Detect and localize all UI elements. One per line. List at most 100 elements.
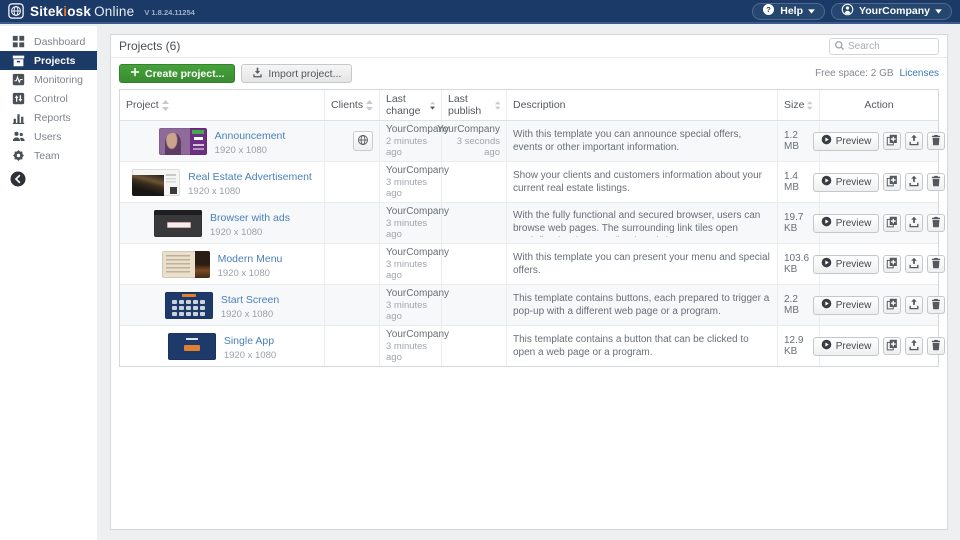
duplicate-button[interactable]	[883, 132, 901, 150]
last-publish-cell	[442, 285, 507, 325]
preview-button[interactable]: Preview	[813, 173, 880, 192]
user-circle-icon	[841, 3, 854, 19]
chevron-down-icon	[935, 5, 942, 17]
play-circle-icon	[821, 134, 832, 148]
project-name-link[interactable]: Single App	[224, 335, 274, 347]
project-thumbnail[interactable]	[159, 128, 207, 155]
import-project-button[interactable]: Import project...	[241, 64, 352, 83]
svg-text:?: ?	[766, 5, 771, 14]
clients-cell	[325, 244, 380, 284]
duplicate-button[interactable]	[883, 214, 901, 232]
project-resolution: 1920 x 1080	[221, 309, 279, 320]
sort-icon[interactable]	[162, 100, 169, 111]
export-button[interactable]	[905, 173, 923, 191]
account-menu-button[interactable]: YourCompany	[831, 3, 952, 20]
preview-button[interactable]: Preview	[813, 132, 880, 151]
project-thumbnail[interactable]	[165, 292, 213, 319]
sidebar: Dashboard Projects Monitoring Control Re…	[0, 26, 97, 540]
help-button[interactable]: ? Help	[752, 3, 825, 20]
project-thumbnail[interactable]	[162, 251, 210, 278]
sidebar-item-label: Dashboard	[34, 36, 85, 48]
globe-icon	[357, 134, 369, 149]
project-name-link[interactable]: Start Screen	[221, 294, 279, 306]
project-thumbnail[interactable]	[168, 333, 216, 360]
duplicate-button[interactable]	[883, 173, 901, 191]
export-button[interactable]	[905, 214, 923, 232]
column-header-project[interactable]: Project	[120, 90, 325, 120]
trash-icon	[930, 339, 942, 354]
licenses-link[interactable]: Licenses	[900, 68, 939, 79]
clients-cell	[325, 326, 380, 366]
sidebar-item-control[interactable]: Control	[0, 89, 97, 108]
last-change-time: 3 minutes ago	[386, 300, 435, 322]
export-button[interactable]	[905, 337, 923, 355]
column-header-action[interactable]: Action	[820, 90, 938, 120]
title-bar: Projects (6)	[111, 35, 947, 58]
content-panel: Projects (6) Create project... Import pr…	[110, 34, 948, 530]
sidebar-item-reports[interactable]: Reports	[0, 108, 97, 127]
project-thumbnail[interactable]	[132, 169, 180, 196]
sort-icon[interactable]	[430, 100, 435, 111]
preview-label: Preview	[836, 300, 872, 311]
toolbar: Create project... Import project... Free…	[111, 58, 947, 89]
delete-button[interactable]	[927, 337, 945, 355]
delete-button[interactable]	[927, 296, 945, 314]
duplicate-button[interactable]	[883, 337, 901, 355]
project-name-link[interactable]: Browser with ads	[210, 212, 290, 224]
play-circle-icon	[821, 298, 832, 312]
last-change-cell: YourCompany 3 minutes ago	[380, 162, 442, 202]
assigned-clients-button[interactable]	[353, 131, 373, 151]
table-row: Browser with ads 1920 x 1080 YourCompany…	[120, 203, 938, 244]
create-project-button[interactable]: Create project...	[119, 64, 235, 83]
project-resolution: 1920 x 1080	[218, 268, 283, 279]
sort-icon[interactable]	[366, 100, 373, 111]
copy-plus-icon	[886, 339, 898, 354]
export-button[interactable]	[905, 255, 923, 273]
sidebar-item-label: Users	[34, 131, 61, 143]
sort-icon[interactable]	[807, 100, 813, 111]
column-header-description[interactable]: Description	[507, 90, 778, 120]
duplicate-button[interactable]	[883, 296, 901, 314]
preview-button[interactable]: Preview	[813, 214, 880, 233]
sidebar-item-dashboard[interactable]: Dashboard	[0, 32, 97, 51]
preview-button[interactable]: Preview	[813, 296, 880, 315]
column-header-last-publish[interactable]: Last publish	[442, 90, 507, 120]
delete-button[interactable]	[927, 173, 945, 191]
export-button[interactable]	[905, 132, 923, 150]
sitekiosk-logo-icon	[8, 3, 24, 19]
project-cell: Browser with ads 1920 x 1080	[120, 203, 325, 243]
duplicate-button[interactable]	[883, 255, 901, 273]
sidebar-item-projects[interactable]: Projects	[0, 51, 97, 70]
description-cell: With the fully functional and secured br…	[507, 203, 778, 243]
sidebar-collapse-button[interactable]	[10, 171, 26, 187]
project-name-link[interactable]: Modern Menu	[218, 253, 283, 265]
column-header-clients[interactable]: Clients	[325, 90, 380, 120]
column-header-size[interactable]: Size	[778, 90, 820, 120]
sidebar-item-users[interactable]: Users	[0, 127, 97, 146]
column-header-label: Last change	[386, 93, 427, 117]
team-icon	[12, 149, 25, 162]
export-button[interactable]	[905, 296, 923, 314]
description-cell: With this template you can announce spec…	[507, 121, 778, 161]
sidebar-item-team[interactable]: Team	[0, 146, 97, 165]
delete-button[interactable]	[927, 132, 945, 150]
delete-button[interactable]	[927, 255, 945, 273]
project-name-link[interactable]: Real Estate Advertisement	[188, 171, 312, 183]
project-cell: Real Estate Advertisement 1920 x 1080	[120, 162, 325, 202]
preview-button[interactable]: Preview	[813, 337, 880, 356]
description-cell: This template contains buttons, each pre…	[507, 285, 778, 325]
sidebar-item-monitoring[interactable]: Monitoring	[0, 70, 97, 89]
search-input[interactable]	[848, 41, 934, 52]
copy-plus-icon	[886, 175, 898, 190]
column-header-last-change[interactable]: Last change	[380, 90, 442, 120]
preview-button[interactable]: Preview	[813, 255, 880, 274]
project-name-link[interactable]: Announcement	[215, 130, 286, 142]
last-publish-user: YourCompany	[437, 124, 500, 135]
play-circle-icon	[821, 339, 832, 353]
sidebar-item-label: Reports	[34, 112, 71, 124]
sort-icon[interactable]	[495, 100, 500, 111]
delete-button[interactable]	[927, 214, 945, 232]
chevron-left-circle-icon	[10, 171, 26, 187]
plus-icon	[130, 67, 140, 80]
project-thumbnail[interactable]	[154, 210, 202, 237]
